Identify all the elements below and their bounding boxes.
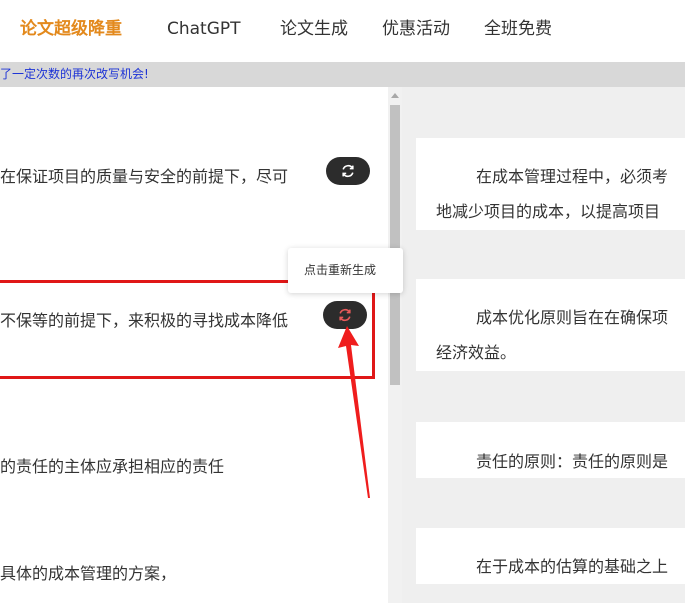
sentence-line: 在保证项目的质量与安全的前提下，尽可 <box>0 167 289 186</box>
original-card[interactable]: 责任的原则：责任的原则是 <box>416 422 685 478</box>
original-line: 在于成本的估算的基础之上 <box>476 557 669 576</box>
notice-bar: 了一定次数的再次改写机会! <box>0 62 685 87</box>
regenerate-button[interactable] <box>326 157 370 185</box>
refresh-icon <box>342 164 354 178</box>
scroll-up-arrow-icon[interactable] <box>391 93 399 98</box>
original-line: 经济效益。 <box>436 343 517 362</box>
sentence-line: 的责任的主体应承担相应的责任 <box>0 457 225 476</box>
left-pane-scrollbar[interactable] <box>388 87 402 603</box>
original-card[interactable]: 成本优化原则旨在在确保项 经济效益。 <box>416 279 685 371</box>
nav-item-paper-rewrite[interactable]: 论文超级降重 <box>20 18 122 40</box>
original-pane: 在成本管理过程中，必须考 地减少项目的成本，以提高项目 成本优化原则旨在在确保项… <box>402 87 685 603</box>
annotation-arrow-icon <box>338 326 370 498</box>
regenerate-tooltip: 点击重新生成 <box>288 248 403 293</box>
original-line: 在成本管理过程中，必须考 <box>476 167 669 186</box>
original-card[interactable]: 在成本管理过程中，必须考 地减少项目的成本，以提高项目 <box>416 138 685 230</box>
sentence-line: 具体的成本管理的方案， <box>0 564 177 583</box>
nav-item-paper-generate[interactable]: 论文生成 <box>280 18 348 40</box>
top-nav: 论文超级降重 ChatGPT 论文生成 优惠活动 全班免费 <box>0 0 685 56</box>
original-card[interactable]: 在于成本的估算的基础之上 <box>416 528 685 584</box>
tooltip-text: 点击重新生成 <box>304 263 377 277</box>
original-line: 责任的原则：责任的原则是 <box>476 452 669 471</box>
nav-item-chatgpt[interactable]: ChatGPT <box>167 18 241 40</box>
nav-item-promotions[interactable]: 优惠活动 <box>382 18 450 40</box>
original-line: 成本优化原则旨在在确保项 <box>476 308 669 327</box>
sentence-line: 不保等的前提下，来积极的寻找成本降低 <box>0 311 289 330</box>
notice-text: 了一定次数的再次改写机会! <box>0 67 149 81</box>
nav-item-class-free[interactable]: 全班免费 <box>484 18 552 40</box>
scroll-thumb[interactable] <box>390 105 400 385</box>
original-line: 地减少项目的成本，以提高项目 <box>436 202 661 221</box>
